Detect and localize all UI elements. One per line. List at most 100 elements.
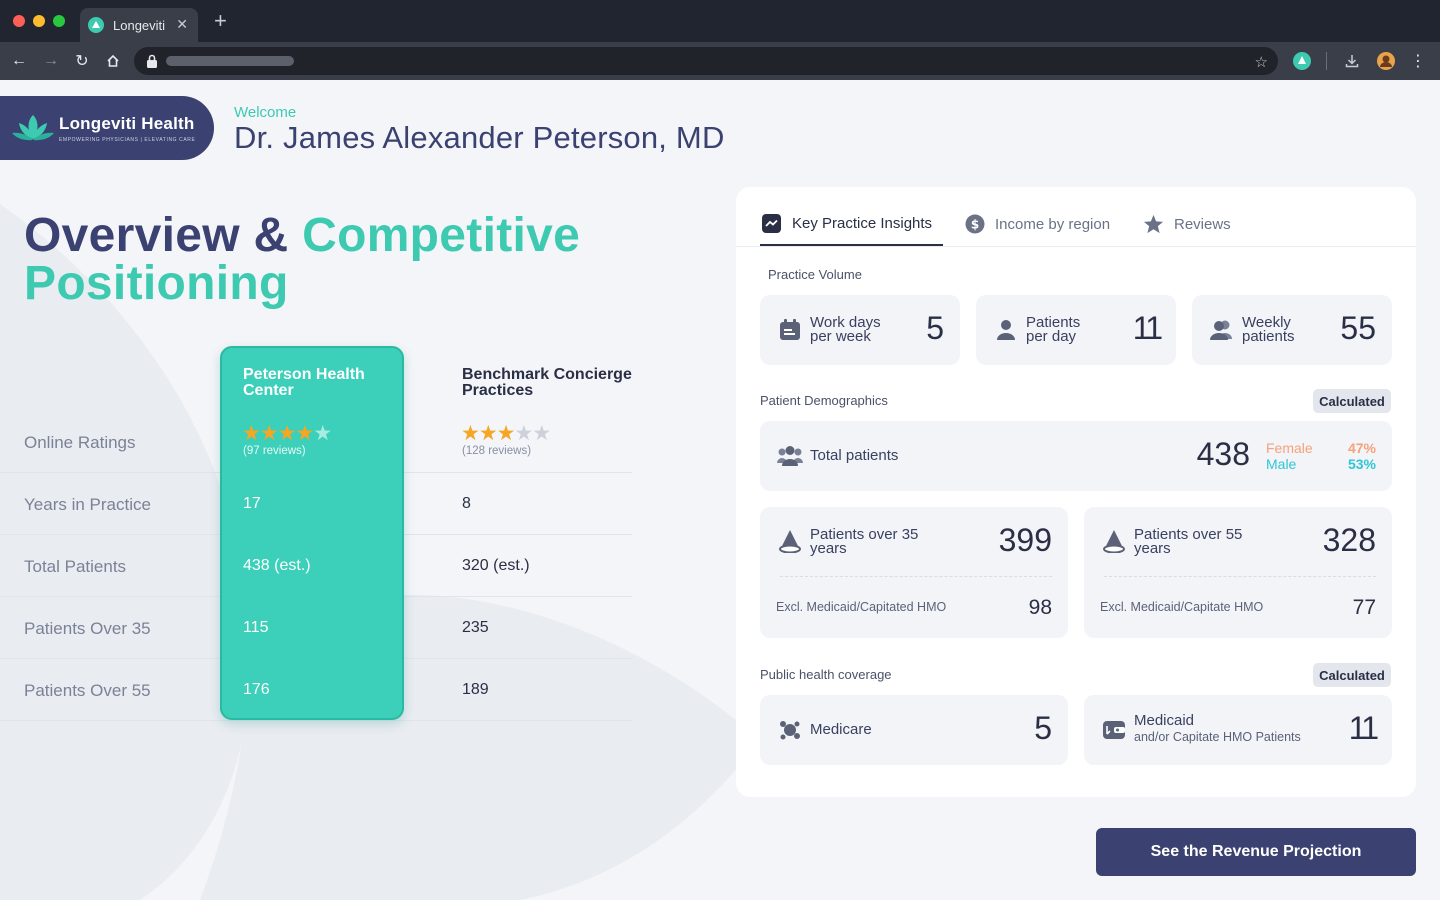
tab-reviews[interactable]: Reviews bbox=[1143, 214, 1231, 234]
highlight-column-card bbox=[220, 346, 404, 720]
brand-logo: Longeviti Health EMPOWERING PHYSICIANS |… bbox=[0, 96, 214, 160]
empty-star-icon: ★ bbox=[313, 422, 332, 445]
card-divider bbox=[1104, 576, 1376, 577]
calculated-badge: Calculated bbox=[1313, 389, 1391, 413]
highlight-over-55: 176 bbox=[243, 681, 270, 698]
browser-toolbar: ← → ↻ ☆ ⋮ bbox=[0, 42, 1440, 80]
page: Longeviti ✕ + ← → ↻ ☆ ⋮ Longeviti Health… bbox=[0, 0, 1440, 900]
medicaid-sub-label: and/or Capitate HMO Patients bbox=[1134, 730, 1301, 744]
toolbar-divider bbox=[1326, 52, 1327, 70]
benchmark-rating-stars: ★★★★★ bbox=[461, 422, 551, 445]
over-55-sub-label: Excl. Medicaid/Capitate HMO bbox=[1100, 600, 1264, 614]
public-health-coverage-title: Public health coverage bbox=[760, 667, 892, 682]
close-tab-icon[interactable]: ✕ bbox=[176, 16, 188, 33]
doctor-name: Dr. James Alexander Peterson, MD bbox=[234, 120, 725, 155]
filled-star-icon: ★ bbox=[496, 422, 516, 445]
benchmark-review-count: (128 reviews) bbox=[462, 445, 532, 457]
benchmark-total-patients: 320 (est.) bbox=[462, 557, 530, 574]
filled-star-icon: ★ bbox=[277, 422, 297, 445]
male-percent: 53% bbox=[1347, 456, 1376, 472]
extension-lotus-icon[interactable] bbox=[1291, 50, 1313, 72]
calendar-icon bbox=[780, 319, 800, 340]
tab-key-practice-insights[interactable]: Key Practice Insights bbox=[762, 214, 932, 233]
male-label: Male bbox=[1266, 456, 1297, 472]
brand-tagline: EMPOWERING PHYSICIANS | ELEVATING CARE bbox=[59, 136, 196, 143]
back-arrow-icon[interactable]: ← bbox=[8, 50, 30, 72]
weekly-patients-label: Weekly patients bbox=[1242, 314, 1295, 345]
home-icon[interactable] bbox=[102, 50, 124, 72]
row-label-over-35: Patients Over 35 bbox=[24, 619, 151, 638]
close-window-button[interactable] bbox=[13, 15, 25, 27]
bookmark-star-icon[interactable]: ☆ bbox=[1255, 53, 1268, 71]
new-tab-icon[interactable]: + bbox=[214, 10, 227, 32]
minimize-window-button[interactable] bbox=[33, 15, 45, 27]
weekly-patients-value: 55 bbox=[1340, 310, 1376, 346]
calculated-badge: Calculated bbox=[1313, 663, 1391, 687]
brand-name: Longeviti Health bbox=[59, 113, 195, 133]
over-35-sub-label: Excl. Medicaid/Capitated HMO bbox=[776, 600, 947, 614]
dollar-icon: $ bbox=[965, 214, 985, 234]
female-percent: 47% bbox=[1347, 440, 1376, 456]
card-divider bbox=[780, 576, 1052, 577]
row-label-years: Years in Practice bbox=[24, 495, 151, 514]
row-label-over-55: Patients Over 55 bbox=[24, 681, 151, 700]
medicare-label: Medicare bbox=[810, 721, 872, 738]
tab-title: Longeviti bbox=[113, 17, 166, 33]
tab-label: Income by region bbox=[995, 215, 1111, 233]
cone-icon bbox=[779, 530, 801, 553]
patients-over-35-label: Patients over 35 years bbox=[810, 526, 919, 557]
highlight-rating-stars: ★★★★★ bbox=[242, 422, 332, 445]
address-bar[interactable]: ☆ bbox=[134, 47, 1278, 75]
medicare-value: 5 bbox=[1034, 710, 1052, 746]
patients-over-55-label: Patients over 55 years bbox=[1134, 526, 1243, 557]
active-tab-indicator bbox=[760, 244, 943, 246]
trend-icon bbox=[762, 214, 781, 233]
maximize-window-button[interactable] bbox=[53, 15, 65, 27]
tab-label: Key Practice Insights bbox=[792, 215, 933, 232]
title-part-1: Overview & bbox=[24, 209, 303, 262]
patients-per-day-value: 11 bbox=[1132, 310, 1163, 346]
row-label-total-patients: Total Patients bbox=[24, 557, 127, 576]
work-days-label: Work days per week bbox=[810, 314, 881, 345]
lock-icon bbox=[147, 54, 157, 68]
empty-star-icon: ★ bbox=[532, 422, 551, 445]
patients-over-35-value: 399 bbox=[998, 522, 1052, 558]
benchmark-over-35: 235 bbox=[462, 619, 489, 636]
users-icon bbox=[1210, 320, 1232, 340]
tab-divider bbox=[736, 246, 1416, 247]
over-55-sub-value: 77 bbox=[1352, 596, 1376, 619]
work-days-value: 5 bbox=[926, 310, 944, 346]
group-icon bbox=[777, 446, 803, 466]
wallet-icon bbox=[1103, 721, 1125, 739]
cone-icon bbox=[1103, 530, 1125, 553]
highlight-total-patients: 438 (est.) bbox=[243, 557, 311, 574]
forward-arrow-icon[interactable]: → bbox=[40, 50, 62, 72]
download-icon[interactable] bbox=[1341, 50, 1363, 72]
patients-per-day-label: Patients per day bbox=[1026, 314, 1081, 345]
benchmark-years: 8 bbox=[462, 495, 471, 512]
female-label: Female bbox=[1266, 440, 1313, 456]
empty-star-icon: ★ bbox=[514, 422, 533, 445]
highlight-years: 17 bbox=[243, 495, 261, 512]
filled-star-icon: ★ bbox=[478, 422, 498, 445]
virus-icon bbox=[780, 721, 800, 740]
tab-income-by-region[interactable]: $ Income by region bbox=[965, 214, 1110, 234]
over-35-sub-value: 98 bbox=[1028, 596, 1052, 619]
medicaid-value: 11 bbox=[1348, 710, 1379, 746]
highlight-column-title: Peterson Health Center bbox=[243, 366, 365, 399]
row-label-online-ratings: Online Ratings bbox=[24, 433, 136, 452]
practice-volume-title: Practice Volume bbox=[768, 267, 862, 282]
row-divider bbox=[0, 720, 632, 721]
patient-demographics-title: Patient Demographics bbox=[760, 393, 888, 408]
highlight-over-35: 115 bbox=[243, 619, 269, 636]
profile-avatar-icon[interactable] bbox=[1375, 50, 1397, 72]
lotus-logo-icon bbox=[12, 115, 54, 141]
reload-icon[interactable]: ↻ bbox=[71, 50, 93, 72]
filled-star-icon: ★ bbox=[242, 422, 261, 445]
title-part-2: Competitive bbox=[302, 209, 581, 262]
browser-tab[interactable]: Longeviti ✕ bbox=[80, 8, 198, 42]
revenue-projection-button[interactable]: See the Revenue Projection bbox=[1096, 828, 1416, 876]
svg-text:$: $ bbox=[971, 218, 979, 232]
lotus-favicon-icon bbox=[88, 17, 104, 33]
menu-kebab-icon[interactable]: ⋮ bbox=[1407, 50, 1429, 72]
